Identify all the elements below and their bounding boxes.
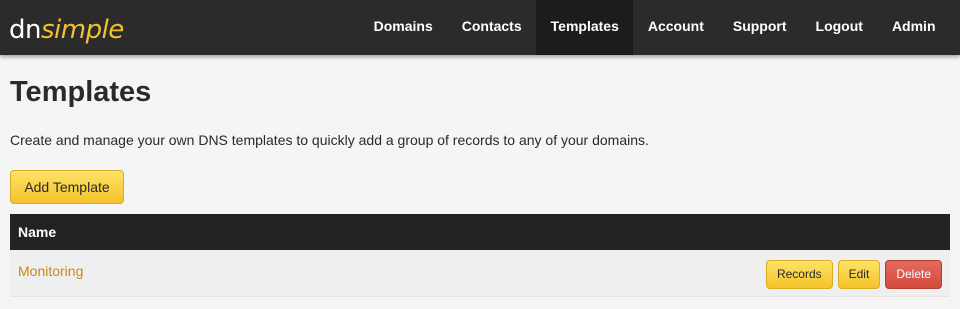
- delete-button[interactable]: Delete: [885, 260, 942, 289]
- table-row: Monitoring Records Edit Delete: [10, 250, 950, 297]
- page-description: Create and manage your own DNS templates…: [10, 132, 649, 148]
- templates-table: Name Monitoring Records Edit Delete: [10, 214, 950, 297]
- nav-account[interactable]: Account: [633, 0, 718, 55]
- edit-button[interactable]: Edit: [837, 260, 881, 289]
- table-header-name: Name: [10, 214, 950, 250]
- add-template-button[interactable]: Add Template: [10, 170, 124, 204]
- nav-admin[interactable]: Admin: [877, 0, 950, 55]
- nav-templates[interactable]: Templates: [536, 0, 634, 55]
- nav-support[interactable]: Support: [718, 0, 801, 55]
- row-actions: Records Edit Delete: [765, 260, 942, 289]
- logo-text-simple: simple: [40, 15, 124, 45]
- logo-text-dn: dn: [9, 15, 41, 45]
- template-name-link[interactable]: Monitoring: [18, 263, 83, 279]
- top-navbar: dn simple Domains Contacts Templates Acco…: [0, 0, 960, 55]
- main-nav: Domains Contacts Templates Account Suppo…: [359, 0, 950, 55]
- nav-contacts[interactable]: Contacts: [447, 0, 536, 55]
- dnsimple-logo[interactable]: dn simple: [9, 9, 124, 45]
- nav-logout[interactable]: Logout: [801, 0, 877, 55]
- page-title: Templates: [10, 76, 152, 108]
- records-button[interactable]: Records: [765, 260, 833, 289]
- nav-domains[interactable]: Domains: [359, 0, 447, 55]
